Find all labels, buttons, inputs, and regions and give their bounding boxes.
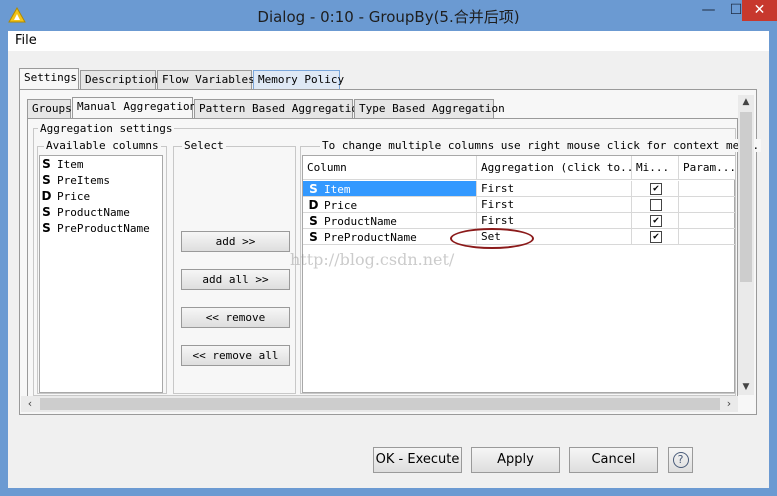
string-type-icon: S <box>309 214 318 228</box>
list-item[interactable]: S ProductName <box>40 204 162 220</box>
list-item[interactable]: S PreProductName <box>40 220 162 236</box>
missing-checkbox[interactable] <box>650 199 662 211</box>
tab-flow-variables[interactable]: Flow Variables <box>157 70 255 89</box>
list-item[interactable]: D Price <box>40 188 162 204</box>
close-button[interactable]: ✕ <box>742 0 777 21</box>
cell-text: Item <box>324 183 351 196</box>
table-row[interactable]: S ProductName First ✔ <box>303 213 735 229</box>
double-type-icon: D <box>308 198 319 212</box>
select-label: Select <box>182 139 226 152</box>
table-cell-aggregation[interactable]: First <box>477 181 632 197</box>
scroll-right-icon[interactable]: › <box>722 397 736 411</box>
string-type-icon: S <box>42 205 51 219</box>
table-cell-column[interactable]: S ProductName <box>303 213 477 229</box>
table-cell-column[interactable]: S Item <box>303 181 477 197</box>
remove-all-button[interactable]: << remove all <box>181 345 290 366</box>
table-cell-missing: ✔ <box>632 229 679 245</box>
available-columns-label: Available columns <box>44 139 161 152</box>
available-columns-list[interactable]: S Item S PreItems D Price S ProductName S Pre… <box>39 155 163 393</box>
list-item[interactable]: S Item <box>40 156 162 172</box>
string-type-icon: S <box>42 221 51 235</box>
annotation-ellipse <box>450 228 534 249</box>
cancel-button[interactable]: Cancel <box>569 447 658 473</box>
table-cell-aggregation[interactable]: First <box>477 197 632 213</box>
column-header-aggregation[interactable]: Aggregation (click to... <box>477 156 632 180</box>
watermark-text: http://blog.csdn.net/ <box>290 250 455 269</box>
string-type-icon: S <box>309 182 318 196</box>
table-cell-parameter[interactable] <box>679 197 735 213</box>
context-menu-hint: To change multiple columns use right mou… <box>320 139 762 152</box>
menu-bar <box>8 31 769 51</box>
tab-manual-aggregation[interactable]: Manual Aggregation <box>72 97 196 118</box>
help-button[interactable]: ? <box>668 447 693 473</box>
horizontal-scrollbar-thumb[interactable] <box>40 398 720 410</box>
missing-checkbox[interactable]: ✔ <box>650 231 662 243</box>
help-icon: ? <box>672 452 689 468</box>
table-row[interactable]: D Price First <box>303 197 735 213</box>
table-row[interactable]: S Item First ✔ <box>303 181 735 197</box>
table-cell-parameter[interactable] <box>679 229 735 245</box>
column-header-parameter[interactable]: Param... <box>679 156 735 180</box>
list-item-label: ProductName <box>57 206 130 219</box>
list-item-label: PreProductName <box>57 222 150 235</box>
tab-type-based-aggregation[interactable]: Type Based Aggregation <box>354 99 505 118</box>
minimize-button[interactable]: — <box>695 0 722 21</box>
scroll-left-icon[interactable]: ‹ <box>23 397 37 411</box>
table-cell-missing: ✔ <box>632 213 679 229</box>
table-cell-missing: ✔ <box>632 181 679 197</box>
list-item-label: Price <box>57 190 91 203</box>
apply-button[interactable]: Apply <box>471 447 560 473</box>
add-all-button[interactable]: add all >> <box>181 269 290 290</box>
aggregation-settings-label: Aggregation settings <box>38 122 175 135</box>
ok-execute-button[interactable]: OK - Execute <box>373 447 462 473</box>
table-cell-column[interactable]: D Price <box>303 197 477 213</box>
add-button[interactable]: add >> <box>181 231 290 252</box>
missing-checkbox[interactable]: ✔ <box>650 183 662 195</box>
scroll-up-icon[interactable]: ▲ <box>738 95 754 109</box>
table-cell-parameter[interactable] <box>679 181 735 197</box>
list-item-label: PreItems <box>57 174 110 187</box>
column-header-missing[interactable]: Mi... <box>632 156 679 180</box>
tab-settings[interactable]: Settings <box>19 68 79 89</box>
vertical-scrollbar-thumb[interactable] <box>740 112 752 282</box>
list-item[interactable]: S PreItems <box>40 172 162 188</box>
column-header-column[interactable]: Column <box>303 156 477 180</box>
tab-groups[interactable]: Groups <box>27 99 72 118</box>
tab-description[interactable]: Description <box>80 70 158 89</box>
list-item-label: Item <box>57 158 84 171</box>
string-type-icon: S <box>42 157 51 171</box>
tab-memory-policy[interactable]: Memory Policy <box>253 70 344 89</box>
tab-pattern-based-aggregation[interactable]: Pattern Based Aggregation <box>194 99 365 118</box>
scroll-down-icon[interactable]: ▼ <box>738 380 754 394</box>
table-cell-parameter[interactable] <box>679 213 735 229</box>
cell-text: ProductName <box>324 215 397 228</box>
remove-button[interactable]: << remove <box>181 307 290 328</box>
missing-checkbox[interactable]: ✔ <box>650 215 662 227</box>
cell-text: PreProductName <box>324 231 417 244</box>
string-type-icon: S <box>309 230 318 244</box>
window-title: Dialog - 0:10 - GroupBy(5.合并后项) <box>257 8 520 26</box>
menu-file[interactable]: File <box>15 33 37 48</box>
cell-text: Price <box>324 199 358 212</box>
table-cell-aggregation[interactable]: First <box>477 213 632 229</box>
string-type-icon: S <box>42 173 51 187</box>
double-type-icon: D <box>41 189 52 203</box>
table-cell-missing <box>632 197 679 213</box>
